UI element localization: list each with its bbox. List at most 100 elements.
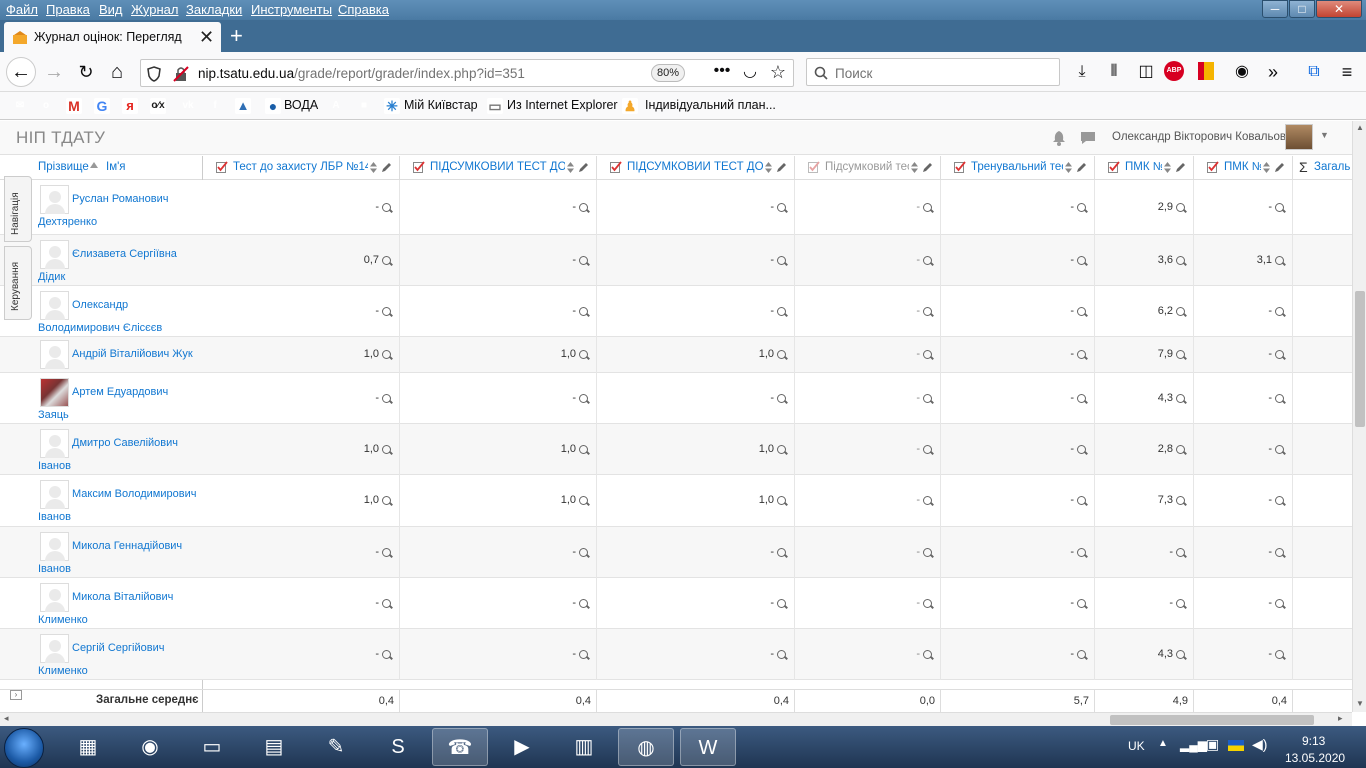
bookmark-water-icon[interactable]: A: [328, 98, 344, 114]
clock-date[interactable]: 13.05.2020: [1285, 751, 1345, 765]
grade-analysis-icon[interactable]: [1275, 444, 1284, 454]
grade-cell[interactable]: -: [940, 348, 1086, 360]
taskbar-viber-icon[interactable]: ☎: [432, 728, 488, 766]
taskbar-word-icon[interactable]: W: [680, 728, 736, 766]
grade-cell[interactable]: -: [202, 305, 391, 317]
grade-analysis-icon[interactable]: [1176, 202, 1185, 212]
grade-cell[interactable]: -: [940, 546, 1086, 558]
grade-item-header-7[interactable]: ПМК №2: [1224, 161, 1261, 173]
grade-cell[interactable]: -: [399, 648, 588, 660]
site-name[interactable]: НІП ТДАТУ: [16, 128, 105, 148]
grade-analysis-icon[interactable]: [1275, 306, 1284, 316]
grade-cell[interactable]: -: [1193, 597, 1284, 609]
course-total-header[interactable]: Загаль: [1314, 161, 1350, 173]
grade-analysis-icon[interactable]: [923, 495, 932, 505]
menu-file[interactable]: Файл: [6, 2, 38, 17]
grade-cell[interactable]: -: [940, 597, 1086, 609]
sort-toggle-icon[interactable]: [911, 162, 918, 173]
user-avatar[interactable]: [1285, 124, 1313, 150]
grade-analysis-icon[interactable]: [1275, 349, 1284, 359]
grade-analysis-icon[interactable]: [1176, 649, 1185, 659]
grade-cell[interactable]: 6,2: [1094, 305, 1185, 317]
taskbar-calculator-icon[interactable]: ▦: [60, 728, 116, 766]
grade-analysis-icon[interactable]: [923, 306, 932, 316]
bookmark-yandex-icon[interactable]: я: [122, 98, 138, 114]
horizontal-scrollbar[interactable]: ◂ ▸: [0, 712, 1352, 726]
grade-cell[interactable]: -: [794, 597, 932, 609]
vertical-scroll-thumb[interactable]: [1355, 291, 1365, 427]
shield-icon[interactable]: [147, 66, 161, 82]
grade-cell[interactable]: 3,6: [1094, 254, 1185, 266]
library-icon[interactable]: ⫴: [1100, 58, 1128, 86]
user-menu-caret-icon[interactable]: ▼: [1320, 130, 1329, 140]
scroll-up-icon[interactable]: ▲: [1356, 123, 1364, 132]
grade-cell[interactable]: -: [794, 648, 932, 660]
grade-cell[interactable]: -: [596, 392, 786, 404]
ukraine-flag-icon[interactable]: [1228, 740, 1244, 751]
grade-analysis-icon[interactable]: [1077, 495, 1086, 505]
grade-cell[interactable]: -: [940, 201, 1086, 213]
grade-analysis-icon[interactable]: [382, 349, 391, 359]
messages-icon[interactable]: [1080, 131, 1096, 145]
new-tab-button[interactable]: +: [230, 23, 243, 49]
sort-toggle-icon[interactable]: [370, 162, 377, 173]
grade-analysis-icon[interactable]: [579, 306, 588, 316]
bookmark-ie-folder[interactable]: Из Internet Explorer: [507, 98, 618, 112]
bookmark-odnoklassniki-icon[interactable]: o: [38, 98, 54, 114]
grade-cell[interactable]: -: [794, 305, 932, 317]
grade-analysis-icon[interactable]: [1176, 598, 1185, 608]
grade-cell[interactable]: -: [794, 443, 932, 455]
sort-toggle-icon[interactable]: [567, 162, 574, 173]
grade-analysis-icon[interactable]: [1275, 598, 1284, 608]
grade-analysis-icon[interactable]: [1176, 495, 1185, 505]
grade-analysis-icon[interactable]: [382, 306, 391, 316]
grade-cell[interactable]: -: [794, 494, 932, 506]
grade-cell[interactable]: 4,3: [1094, 648, 1185, 660]
student-name-link[interactable]: Руслан Романович Дехтяренко: [38, 188, 200, 234]
grade-cell[interactable]: -: [399, 305, 588, 317]
bookmark-green-icon[interactable]: ■: [356, 98, 372, 114]
grade-analysis-icon[interactable]: [777, 598, 786, 608]
student-name-link[interactable]: Олександр Володимирович Єлісєєв: [38, 294, 200, 340]
grade-analysis-icon[interactable]: [1077, 306, 1086, 316]
grade-cell[interactable]: -: [202, 648, 391, 660]
bookmark-drop-icon[interactable]: ●: [265, 98, 281, 114]
bookmark-olx-icon[interactable]: о∕х: [150, 98, 166, 114]
grade-item-header-2[interactable]: ПІДСУМКОВИЙ ТЕСТ ДО ...: [430, 161, 565, 173]
grade-analysis-icon[interactable]: [579, 547, 588, 557]
edit-pencil-icon[interactable]: [1274, 161, 1286, 173]
grade-analysis-icon[interactable]: [579, 598, 588, 608]
grade-analysis-icon[interactable]: [1176, 444, 1185, 454]
extensions-icon[interactable]: ⧉: [1300, 58, 1328, 86]
user-name[interactable]: Олександр Вікторович Ковальов: [1112, 131, 1286, 143]
grade-analysis-icon[interactable]: [579, 202, 588, 212]
grade-cell[interactable]: -: [202, 201, 391, 213]
grade-analysis-icon[interactable]: [923, 598, 932, 608]
grade-cell[interactable]: -: [202, 392, 391, 404]
grade-analysis-icon[interactable]: [1176, 393, 1185, 403]
grade-cell[interactable]: -: [794, 348, 932, 360]
grade-cell[interactable]: 3,1: [1193, 254, 1284, 266]
tray-expand-icon[interactable]: ▲: [1158, 738, 1168, 749]
taskbar-server-icon[interactable]: ▥: [556, 728, 612, 766]
grade-item-header-3[interactable]: ПІДСУМКОВИЙ ТЕСТ ДО ...: [627, 161, 763, 173]
grade-analysis-icon[interactable]: [777, 393, 786, 403]
edit-pencil-icon[interactable]: [776, 161, 788, 173]
grade-cell[interactable]: -: [596, 305, 786, 317]
collapse-icon[interactable]: ›: [10, 690, 22, 700]
grade-analysis-icon[interactable]: [382, 393, 391, 403]
edit-pencil-icon[interactable]: [1076, 161, 1088, 173]
grade-analysis-icon[interactable]: [777, 202, 786, 212]
grade-analysis-icon[interactable]: [1275, 547, 1284, 557]
bookmark-education-icon[interactable]: ▲: [235, 98, 251, 114]
bookmark-moodle-icon[interactable]: ♟: [622, 98, 638, 114]
grade-cell[interactable]: -: [596, 546, 786, 558]
grade-analysis-icon[interactable]: [923, 255, 932, 265]
grade-analysis-icon[interactable]: [923, 444, 932, 454]
menu-history[interactable]: Журнал: [131, 2, 178, 17]
grade-analysis-icon[interactable]: [1176, 349, 1185, 359]
minimize-button[interactable]: ─: [1262, 0, 1288, 18]
grade-cell[interactable]: -: [794, 201, 932, 213]
scroll-down-icon[interactable]: ▼: [1356, 699, 1364, 708]
notifications-bell-icon[interactable]: [1052, 130, 1066, 146]
